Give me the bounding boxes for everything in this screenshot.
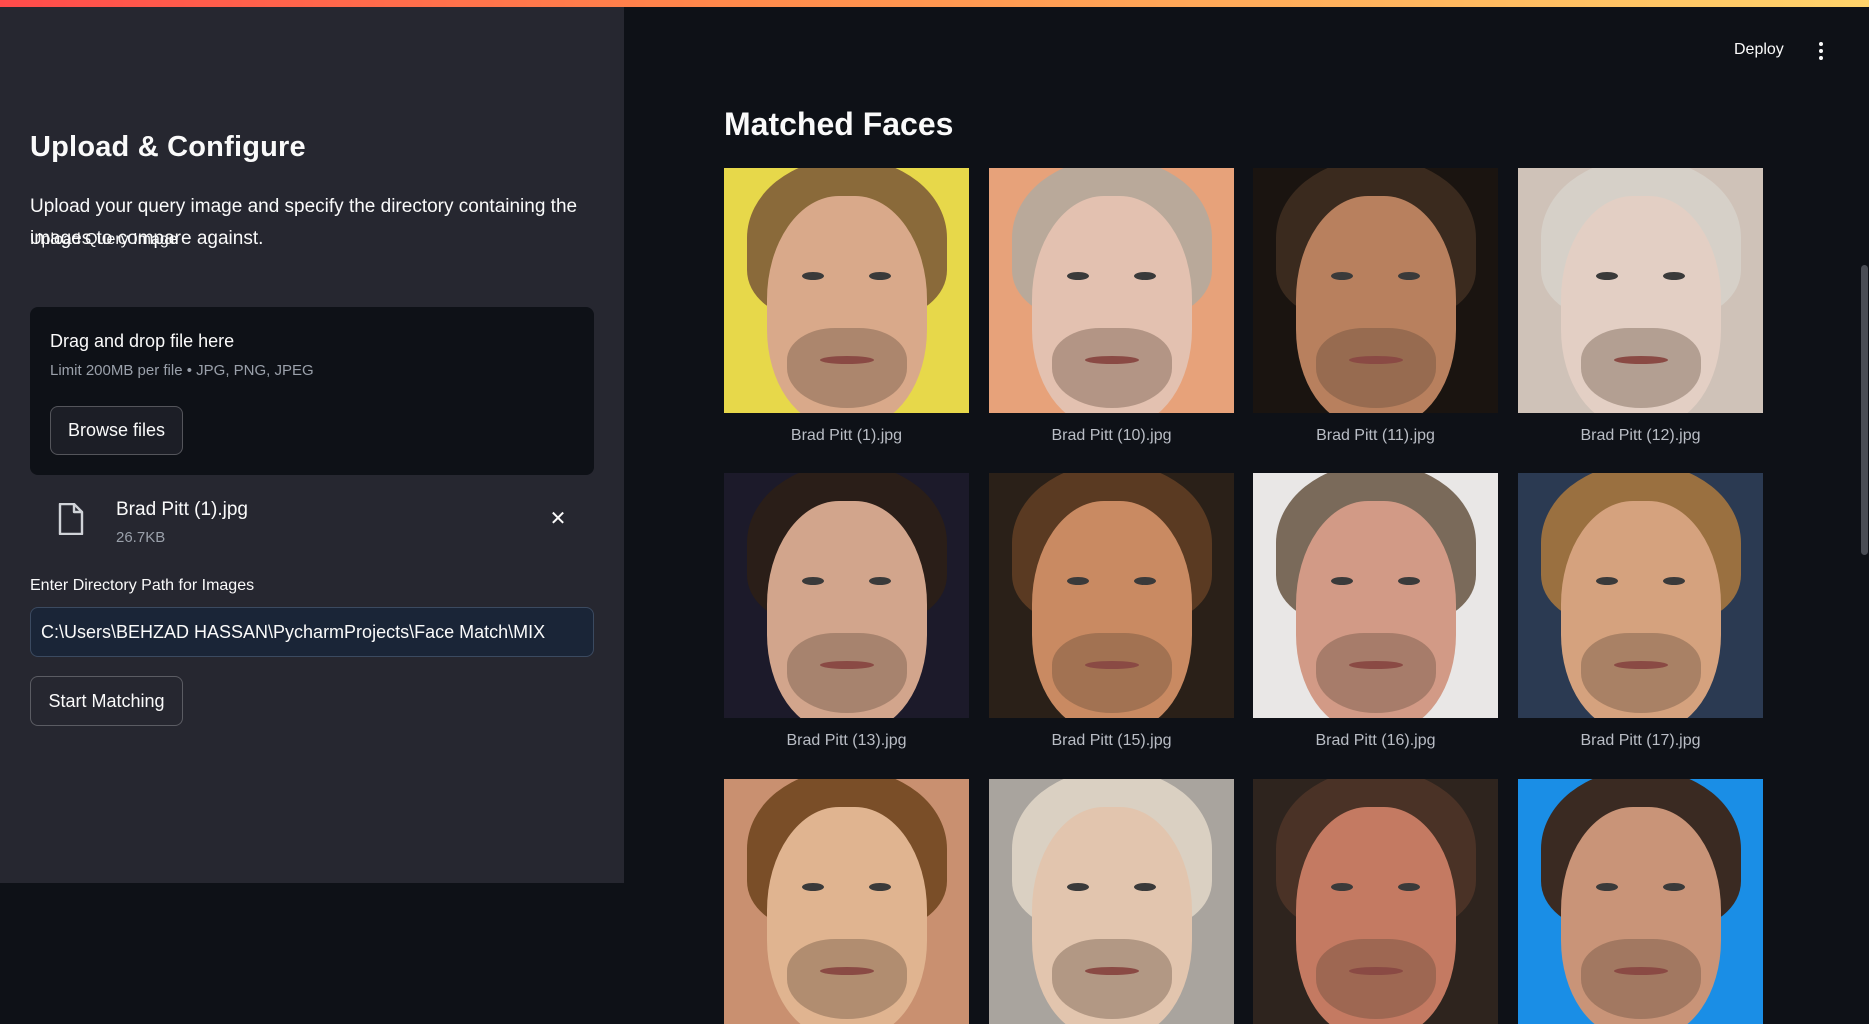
face-image [724, 473, 969, 718]
result-caption: Brad Pitt (13).jpg [786, 732, 907, 749]
result-card: Brad Pitt (17).jpg [1518, 473, 1763, 750]
result-card: Brad Pitt (15).jpg [989, 473, 1234, 750]
result-caption: Brad Pitt (15).jpg [1051, 732, 1172, 749]
start-matching-button[interactable]: Start Matching [30, 676, 183, 726]
directory-path-input[interactable] [30, 607, 594, 657]
result-caption: Brad Pitt (11).jpg [1316, 427, 1435, 444]
page-title: Matched Faces [724, 106, 954, 142]
face-image [1518, 779, 1763, 1024]
uploaded-file-name: Brad Pitt (1).jpg [116, 499, 248, 520]
result-card: Brad Pitt (16).jpg [1253, 473, 1498, 750]
face-image [989, 168, 1234, 413]
result-card: Brad Pitt (11).jpg [1253, 168, 1498, 445]
result-caption: Brad Pitt (17).jpg [1580, 732, 1701, 749]
upload-label: Upload Query Image [30, 231, 178, 248]
uploaded-file-size: 26.7KB [116, 529, 166, 546]
dropzone-subtitle: Limit 200MB per file • JPG, PNG, JPEG [50, 362, 314, 379]
remove-file-icon[interactable]: ✕ [548, 509, 568, 529]
result-caption: Brad Pitt (10).jpg [1051, 427, 1172, 444]
deploy-button[interactable]: Deploy [1734, 41, 1784, 59]
face-image [989, 473, 1234, 718]
result-caption: Brad Pitt (12).jpg [1580, 427, 1701, 444]
face-image [724, 779, 969, 1024]
result-caption: Brad Pitt (16).jpg [1315, 732, 1436, 749]
uploaded-file-row: Brad Pitt (1).jpg 26.7KB ✕ [30, 487, 594, 547]
face-image [1253, 779, 1498, 1024]
result-card: Brad Pitt (10).jpg [989, 168, 1234, 445]
more-menu-icon[interactable] [1811, 40, 1831, 62]
face-image [724, 168, 969, 413]
face-image [1253, 168, 1498, 413]
directory-label: Enter Directory Path for Images [30, 577, 255, 594]
result-card [1253, 779, 1498, 1024]
result-card: Brad Pitt (13).jpg [724, 473, 969, 750]
scrollbar[interactable] [1861, 265, 1868, 555]
file-icon [58, 503, 84, 535]
face-image [1253, 473, 1498, 718]
result-card [724, 779, 969, 1024]
file-dropzone[interactable]: Drag and drop file here Limit 200MB per … [30, 307, 594, 475]
sidebar: Upload & Configure Upload your query ima… [0, 7, 624, 883]
sidebar-title: Upload & Configure [30, 131, 306, 163]
dropzone-title: Drag and drop file here [50, 331, 235, 351]
result-card: Brad Pitt (1).jpg [724, 168, 969, 445]
result-caption: Brad Pitt (1).jpg [790, 427, 903, 444]
result-card [989, 779, 1234, 1024]
browse-files-button[interactable]: Browse files [50, 406, 183, 455]
top-accent-bar [0, 0, 1869, 7]
result-card [1518, 779, 1763, 1024]
face-image [1518, 473, 1763, 718]
face-image [989, 779, 1234, 1024]
result-card: Brad Pitt (12).jpg [1518, 168, 1763, 445]
face-image [1518, 168, 1763, 413]
